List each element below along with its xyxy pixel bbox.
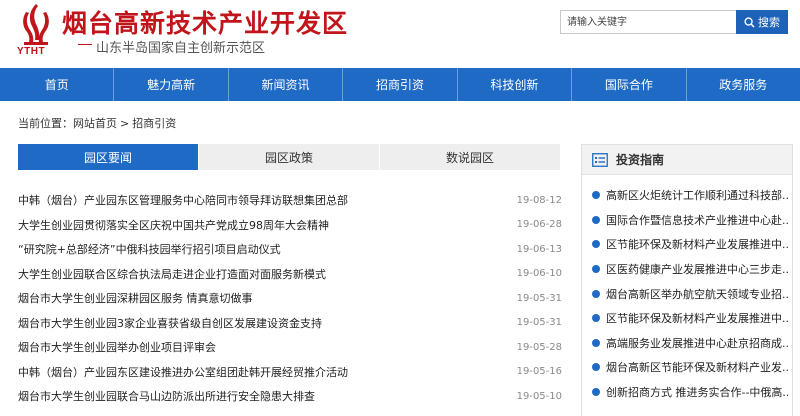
list-item[interactable]: 区节能环保及新材料产业发展推进中... [592, 306, 792, 331]
bullet-icon [592, 215, 600, 224]
news-title-link[interactable]: 大学生创业园联合区综合执法局走进企业打造面对面服务新模式 [18, 266, 326, 282]
news-item: 大学生创业园贯彻落实全区庆祝中国共产党成立98周年大会精神 19-06-28 [18, 213, 562, 238]
breadcrumb-prefix: 当前位置： [18, 117, 73, 130]
list-item[interactable]: 创新招商方式 推进务实合作--中俄高... [592, 380, 792, 405]
breadcrumb: 当前位置：网站首页 > 招商引资 [18, 115, 176, 131]
news-item: 大学生创业园联合区综合执法局走进企业打造面对面服务新模式 19-06-10 [18, 262, 562, 287]
guide-item-link[interactable]: 区节能环保及新材料产业发展推进中... [606, 310, 788, 326]
nav-item-investment[interactable]: 招商引资 [343, 68, 456, 101]
bullet-icon [592, 289, 600, 298]
panel-title: 投资指南 [616, 153, 665, 167]
search-button[interactable]: 搜索 [736, 10, 788, 34]
bullet-icon [592, 338, 600, 347]
logo-emblem-icon [23, 4, 49, 45]
bullet-icon [592, 314, 600, 323]
bullet-icon [592, 191, 600, 200]
guide-item-link[interactable]: 国际合作暨信息技术产业推进中心赴... [606, 212, 788, 228]
news-date: 19-06-10 [516, 268, 562, 280]
news-title-link[interactable]: “研究院+总部经济”中俄科技园举行招引项目启动仪式 [18, 241, 281, 257]
news-date: 19-06-28 [516, 219, 562, 231]
bullet-icon [592, 363, 600, 372]
news-item: 中韩（烟台）产业园东区管理服务中心陪同市领导拜访联想集团总部 19-08-12 [18, 188, 562, 213]
guide-item-link[interactable]: 烟台高新区举办航空航天领域专业招... [606, 286, 788, 302]
guide-item-link[interactable]: 高端服务业发展推进中心赴京招商成... [606, 335, 788, 351]
news-item: 烟台市大学生创业园深耕园区服务 情真意切做事 19-05-31 [18, 286, 562, 311]
site-logo[interactable] [16, 2, 56, 50]
news-date: 19-08-12 [516, 194, 562, 206]
tab-park-news[interactable]: 园区要闻 [18, 144, 198, 170]
news-title-link[interactable]: 烟台市大学生创业园3家企业喜获省级自创区发展建设资金支持 [18, 315, 322, 331]
nav-item-innovation[interactable]: 科技创新 [458, 68, 571, 101]
guide-item-link[interactable]: 区节能环保及新材料产业发展推进中... [606, 236, 788, 252]
news-item: 中韩（烟台）产业园东区建设推进办公室组团赴韩开展经贸推介活动 19-05-16 [18, 360, 562, 385]
guide-item-link[interactable]: 高新区火炬统计工作顺利通过科技部... [606, 187, 788, 203]
list-item[interactable]: 国际合作暨信息技术产业推进中心赴... [592, 208, 792, 233]
nav-item-international[interactable]: 国际合作 [572, 68, 685, 101]
news-date: 19-06-13 [516, 243, 562, 255]
guide-item-link[interactable]: 创新招商方式 推进务实合作--中俄高... [606, 384, 788, 400]
guide-list: 高新区火炬统计工作顺利通过科技部... 国际合作暨信息技术产业推进中心赴... … [582, 175, 792, 404]
bullet-icon [592, 265, 600, 274]
site-header: YTHT 烟台高新技术产业开发区 山东半岛国家自主创新示范区 搜索 [0, 0, 800, 68]
news-item: 烟台市大学生创业园举办创业项目评审会 19-05-28 [18, 335, 562, 360]
news-item: “研究院+总部经济”中俄科技园举行招引项目启动仪式 19-06-13 [18, 237, 562, 262]
guide-item-link[interactable]: 区医药健康产业发展推进中心三步走... [606, 261, 788, 277]
news-date: 19-05-16 [516, 366, 562, 378]
nav-item-government[interactable]: 政务服务 [687, 68, 800, 101]
list-item[interactable]: 烟台高新区节能环保及新材料产业发... [592, 355, 792, 380]
search-button-label: 搜索 [758, 16, 780, 29]
guide-item-link[interactable]: 烟台高新区节能环保及新材料产业发... [606, 359, 788, 375]
site-subtitle: 山东半岛国家自主创新示范区 [96, 41, 266, 56]
list-item[interactable]: 区医药健康产业发展推进中心三步走... [592, 257, 792, 282]
bullet-icon [592, 388, 600, 397]
breadcrumb-home-link[interactable]: 网站首页 [73, 115, 117, 131]
list-item[interactable]: 高端服务业发展推进中心赴京招商成... [592, 331, 792, 356]
document-list-icon [592, 152, 608, 167]
main-nav: 首页 魅力高新 新闻资讯 招商引资 科技创新 国际合作 政务服务 [0, 68, 800, 101]
news-list: 中韩（烟台）产业园东区管理服务中心陪同市领导拜访联想集团总部 19-08-12 … [18, 188, 562, 409]
site-title: 烟台高新技术产业开发区 [62, 9, 349, 38]
news-item: 烟台市大学生创业园3家企业喜获省级自创区发展建设资金支持 19-05-31 [18, 311, 562, 336]
breadcrumb-current-link[interactable]: 招商引资 [132, 115, 176, 131]
nav-item-home[interactable]: 首页 [0, 68, 113, 101]
bullet-icon [592, 240, 600, 249]
nav-item-news[interactable]: 新闻资讯 [229, 68, 342, 101]
list-item[interactable]: 高新区火炬统计工作顺利通过科技部... [592, 183, 792, 208]
news-date: 19-05-31 [516, 292, 562, 304]
news-title-link[interactable]: 烟台市大学生创业园联合马山边防派出所进行安全隐患大排查 [18, 388, 315, 404]
tab-park-policy[interactable]: 园区政策 [199, 144, 379, 170]
subtitle-divider [78, 44, 92, 45]
news-title-link[interactable]: 中韩（烟台）产业园东区建设推进办公室组团赴韩开展经贸推介活动 [18, 364, 348, 380]
list-item[interactable]: 烟台高新区举办航空航天领域专业招... [592, 281, 792, 306]
news-date: 19-05-28 [516, 341, 562, 353]
news-title-link[interactable]: 烟台市大学生创业园深耕园区服务 情真意切做事 [18, 290, 253, 306]
tab-park-data[interactable]: 数说园区 [380, 144, 560, 170]
news-title-link[interactable]: 烟台市大学生创业园举办创业项目评审会 [18, 339, 216, 355]
search-input[interactable] [560, 10, 736, 34]
search-icon [744, 16, 755, 28]
news-date: 19-05-10 [516, 390, 562, 402]
news-item: 烟台市大学生创业园联合马山边防派出所进行安全隐患大排查 19-05-10 [18, 384, 562, 409]
nav-item-charm[interactable]: 魅力高新 [114, 68, 227, 101]
news-tabs: 园区要闻 园区政策 数说园区 [18, 144, 562, 170]
logo-caption: YTHT [17, 46, 46, 57]
news-title-link[interactable]: 大学生创业园贯彻落实全区庆祝中国共产党成立98周年大会精神 [18, 217, 329, 233]
investment-guide-panel: 投资指南 高新区火炬统计工作顺利通过科技部... 国际合作暨信息技术产业推进中心… [581, 144, 793, 416]
breadcrumb-separator: > [120, 117, 130, 130]
panel-header: 投资指南 [582, 145, 792, 175]
news-title-link[interactable]: 中韩（烟台）产业园东区管理服务中心陪同市领导拜访联想集团总部 [18, 192, 348, 208]
list-item[interactable]: 区节能环保及新材料产业发展推进中... [592, 232, 792, 257]
news-date: 19-05-31 [516, 317, 562, 329]
